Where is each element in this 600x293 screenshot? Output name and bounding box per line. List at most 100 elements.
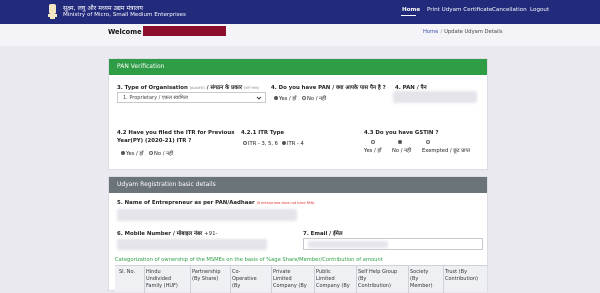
col-sl-no-line: Sl. No.	[119, 269, 136, 275]
email-value-blurred	[308, 241, 388, 248]
gstin-exempted-radio[interactable]	[426, 140, 430, 144]
basic-details-panel: Udyam Registration basic details 5. Name…	[108, 176, 488, 293]
have-pan-yes-radio[interactable]	[274, 95, 278, 100]
welcome-label: Welcome :	[108, 28, 147, 36]
itr-filed-yes-option[interactable]: Yes / हाँ	[121, 149, 144, 157]
col-partnership: Partnership (By Share)	[192, 269, 221, 283]
itr-filed-label-line2: Year(PY) (2020-21) ITR ?	[117, 138, 192, 144]
col-private-limited-line: Limited	[273, 276, 292, 282]
col-society: Society (By Member)	[410, 269, 433, 290]
breadcrumb: Home / Update Udyam Details	[423, 29, 503, 35]
col-partnership-line: Partnership	[192, 269, 221, 275]
column-divider	[190, 266, 191, 293]
basic-details-header: Udyam Registration basic details	[109, 177, 487, 193]
organisation-type-label-text: 3. Type of Organisation	[117, 85, 188, 91]
itr-type-356-radio[interactable]	[243, 140, 247, 145]
col-cooperative: Co- Operative (By	[232, 269, 257, 290]
entrepreneur-name-label-text: 5. Name of Entrepreneur as per PAN/Aadha…	[117, 200, 255, 206]
col-self-help-group: Self Help Group (By Contribution)	[358, 269, 397, 290]
nav-print-certificate-link[interactable]: Print Udyam Certificate	[427, 7, 492, 13]
column-divider	[443, 266, 444, 293]
ownership-table-header: Sl. No. Hindu Undivided Family (HUF) Partn…	[115, 265, 487, 293]
nav-cancellation-link[interactable]: Cancellation	[492, 7, 527, 13]
chevron-down-icon	[256, 96, 262, 100]
email-input[interactable]	[303, 238, 483, 250]
col-public-limited-line: Limited	[316, 276, 335, 282]
ownership-category-title: Categorization of ownership of the MSMEs…	[115, 257, 383, 263]
entrepreneur-name-field-blurred[interactable]	[117, 209, 297, 221]
gstin-no-radio[interactable]	[398, 140, 402, 144]
pan-verification-panel: PAN Verification 3. Type of Organisation…	[108, 58, 488, 170]
col-private-limited-line: Company (By	[273, 283, 307, 289]
organisation-autofill-note: (AutoFill)	[189, 86, 205, 90]
top-navbar: सूक्ष्म, लघु और मध्यम उद्यम मंत्रालय Min…	[0, 0, 600, 24]
organisation-type-label: 3. Type of Organisation (AutoFill) / संग…	[117, 83, 259, 91]
active-nav-underline	[401, 15, 416, 16]
nav-logout-link[interactable]: Logout	[530, 7, 549, 13]
itr-filed-label-line1: 4.2 Have you filed the ITR for Previous	[117, 130, 235, 136]
itr-filed-yes-radio[interactable]	[121, 150, 125, 155]
pan-number-field-blurred[interactable]	[393, 91, 477, 103]
itr-filed-no-radio[interactable]	[149, 150, 153, 155]
col-private-limited-line: Private	[273, 269, 291, 275]
column-divider	[356, 266, 357, 293]
breadcrumb-current: Update Udyam Details	[444, 29, 503, 35]
itr-type-356-label: ITR - 3, 5, 6	[248, 141, 278, 147]
col-self-help-group-line: Contribution)	[358, 283, 391, 289]
mobile-number-label: 6. Mobile Number / मोबाइल नंबर +91-	[117, 229, 217, 237]
organisation-type-label-hindi: / संगठन के प्रकार	[206, 85, 242, 91]
have-pan-yes-option[interactable]: Yes / हाँ	[274, 94, 297, 102]
column-divider	[314, 266, 315, 293]
pan-number-label: 4. PAN / पैन	[395, 85, 427, 91]
col-cooperative-line: (By	[232, 283, 241, 289]
breadcrumb-home-link[interactable]: Home	[423, 29, 438, 35]
column-divider	[230, 266, 231, 293]
mobile-country-prefix: +91-	[204, 231, 218, 237]
gstin-yes-radio[interactable]	[371, 140, 375, 144]
col-public-limited-line: Public	[316, 269, 331, 275]
col-trust-line: Contribution)	[445, 276, 478, 282]
col-self-help-group-line: (By	[358, 276, 367, 282]
gstin-label: 4.3 Do you have GSTIN ?	[364, 130, 439, 136]
col-cooperative-line: Co-	[232, 269, 241, 275]
itr-type-4-option[interactable]: ITR - 4	[282, 140, 304, 147]
col-sl-no: Sl. No.	[119, 269, 135, 276]
gstin-exempted-label: Exempted / छूट प्राप्त	[422, 148, 471, 154]
itr-filed-no-option[interactable]: No / नहीं	[149, 149, 173, 157]
gstin-no-label: No / नहीं	[392, 148, 412, 154]
col-society-line: Member)	[410, 283, 433, 289]
pan-verification-header: PAN Verification	[109, 59, 487, 75]
ministry-title-english: Ministry of Micro, Small Medium Enterpri…	[63, 12, 186, 18]
mobile-number-label-text: 6. Mobile Number / मोबाइल नंबर	[117, 231, 203, 237]
col-society-line: (By	[410, 276, 419, 282]
col-huf-line: Family (HUF)	[146, 283, 178, 289]
itr-filed-yes-label: Yes / हाँ	[126, 151, 144, 157]
entrepreneur-name-label: 5. Name of Entrepreneur as per PAN/Aadha…	[117, 200, 315, 206]
have-pan-no-radio[interactable]	[302, 95, 306, 100]
column-divider	[144, 266, 145, 293]
col-self-help-group-line: Self Help Group	[358, 269, 398, 275]
col-private-limited: Private Limited Company (By	[273, 269, 307, 290]
have-pan-no-option[interactable]: No / नहीं	[302, 94, 326, 102]
welcome-name-redacted	[143, 26, 226, 36]
national-emblem-icon	[48, 4, 57, 19]
entrepreneur-name-note: (If enterprises does not have PAN)	[256, 201, 315, 205]
col-public-limited-line: Company (By	[316, 283, 350, 289]
email-label: 7. Email / ईमेल	[303, 231, 343, 237]
itr-type-356-option[interactable]: ITR - 3, 5, 6	[243, 140, 278, 147]
nav-home-link[interactable]: Home	[402, 7, 420, 13]
col-huf-line: Hindu	[146, 269, 161, 275]
column-divider	[271, 266, 272, 293]
col-cooperative-line: Operative	[232, 276, 257, 282]
itr-type-4-radio[interactable]	[282, 140, 286, 145]
col-partnership-line: (By Share)	[192, 276, 219, 282]
column-divider	[408, 266, 409, 293]
col-huf-line: Undivided	[146, 276, 172, 282]
col-trust-line: Trust (By	[445, 269, 468, 275]
col-trust: Trust (By Contribution)	[445, 269, 478, 283]
organisation-type-selected: 1. Proprietary / एकल स्वामित्व	[123, 95, 188, 101]
have-pan-no-label: No / नहीं	[307, 96, 327, 102]
organisation-type-select[interactable]: 1. Proprietary / एकल स्वामित्व	[117, 92, 266, 103]
welcome-strip	[0, 24, 600, 46]
mobile-number-field-blurred[interactable]	[117, 239, 267, 250]
